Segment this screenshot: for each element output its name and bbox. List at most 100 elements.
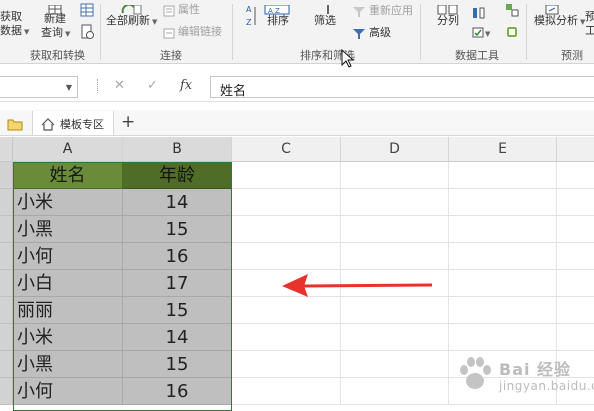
filter-button[interactable]: 筛选 (314, 14, 336, 27)
data-validation-icon[interactable]: ▼ (472, 24, 494, 43)
cell-age[interactable]: 14 (123, 189, 232, 216)
cell-age[interactable]: 14 (123, 324, 232, 351)
cell-name[interactable]: 小何 (13, 378, 123, 405)
reapply-button[interactable]: 重新应用 (369, 4, 413, 17)
column-header-e[interactable]: E (449, 137, 557, 162)
column-header-b[interactable]: B (123, 137, 232, 162)
empty-cell[interactable] (232, 324, 341, 351)
add-tab-icon[interactable]: + (121, 112, 135, 132)
row-header[interactable] (0, 162, 13, 189)
cell-age[interactable]: 17 (123, 270, 232, 297)
properties-button[interactable]: 属性 (178, 3, 200, 16)
cell-age[interactable]: 16 (123, 243, 232, 270)
split-columns-button[interactable]: 分列 (437, 14, 459, 27)
chevron-down-icon[interactable]: ▼ (66, 83, 72, 92)
advanced-button[interactable]: 高级 (369, 26, 391, 39)
row-header[interactable] (0, 216, 13, 243)
row-header[interactable] (0, 351, 13, 378)
empty-cell[interactable] (341, 297, 449, 324)
flash-fill-icon[interactable] (472, 4, 486, 23)
row-header[interactable] (0, 243, 13, 270)
header-cell-name[interactable]: 姓名 (13, 162, 123, 189)
empty-cell[interactable] (449, 270, 557, 297)
row-header[interactable] (0, 297, 13, 324)
cell-name[interactable]: 小黑 (13, 351, 123, 378)
consolidate-icon[interactable] (505, 2, 519, 21)
table-icon[interactable] (80, 2, 94, 21)
empty-cell[interactable] (449, 297, 557, 324)
empty-cell[interactable] (341, 216, 449, 243)
empty-cell[interactable] (232, 378, 341, 405)
new-query-label-2: 查询 (41, 26, 63, 39)
forecast-sheet-label[interactable]: 工 (585, 24, 594, 37)
empty-cell[interactable] (341, 351, 449, 378)
select-all-corner[interactable] (0, 137, 13, 162)
column-header-c[interactable]: C (232, 137, 341, 162)
formula-input[interactable]: 姓名 (210, 76, 594, 99)
what-if-analysis-button[interactable]: 模拟分析 ▼ (534, 14, 585, 29)
empty-cell[interactable] (232, 162, 341, 189)
get-data-button[interactable]: 数据 ▼ (0, 24, 29, 39)
empty-cell[interactable] (557, 216, 594, 243)
cell-name[interactable]: 小米 (13, 189, 123, 216)
cell-age[interactable]: 15 (123, 351, 232, 378)
column-header-a[interactable]: A (13, 137, 123, 162)
formula-bar-grip[interactable] (97, 79, 99, 93)
column-header-d[interactable]: D (341, 137, 449, 162)
empty-cell[interactable] (232, 216, 341, 243)
empty-cell[interactable] (232, 351, 341, 378)
edit-links-button[interactable]: 编辑链接 (178, 25, 222, 38)
empty-cell[interactable] (449, 324, 557, 351)
row-header[interactable] (0, 189, 13, 216)
data-model-icon[interactable] (505, 24, 519, 43)
empty-cell[interactable] (232, 189, 341, 216)
sort-az-icon[interactable]: AZ (245, 3, 257, 33)
cell-name[interactable]: 小米 (13, 324, 123, 351)
new-query-button[interactable]: 查询 ▼ (41, 26, 70, 41)
empty-cell[interactable] (449, 216, 557, 243)
header-cell-age[interactable]: 年龄 (123, 162, 232, 189)
empty-cell[interactable] (557, 324, 594, 351)
empty-cell[interactable] (557, 270, 594, 297)
cell-age[interactable]: 15 (123, 216, 232, 243)
cell-name[interactable]: 小黑 (13, 216, 123, 243)
folder-tab[interactable] (0, 111, 32, 135)
empty-cell[interactable] (557, 243, 594, 270)
empty-cell[interactable] (341, 162, 449, 189)
empty-cell[interactable] (449, 189, 557, 216)
enter-icon[interactable]: ✓ (147, 78, 158, 93)
empty-cell[interactable] (449, 162, 557, 189)
cell-name[interactable]: 丽丽 (13, 297, 123, 324)
cell-name[interactable]: 小白 (13, 270, 123, 297)
cell-age[interactable]: 15 (123, 297, 232, 324)
tab-template-zone[interactable]: 模板专区 (32, 111, 114, 135)
empty-cell[interactable] (449, 243, 557, 270)
empty-cell[interactable] (341, 243, 449, 270)
refresh-all-button[interactable]: 全部刷新 ▼ (106, 14, 157, 29)
empty-cell[interactable] (557, 189, 594, 216)
chevron-down-icon: ▼ (152, 18, 158, 26)
column-header-f[interactable] (557, 137, 594, 162)
insert-function-icon[interactable]: fx (180, 78, 192, 93)
empty-cell[interactable] (557, 297, 594, 324)
empty-cell[interactable] (232, 243, 341, 270)
empty-cell[interactable] (341, 189, 449, 216)
cell-name[interactable]: 小何 (13, 243, 123, 270)
recent-sources-icon[interactable] (80, 24, 94, 44)
row-header[interactable] (0, 270, 13, 297)
sort-button[interactable]: 排序 (267, 14, 289, 27)
row-header[interactable] (0, 324, 13, 351)
empty-cell[interactable] (557, 162, 594, 189)
cell-age[interactable]: 16 (123, 378, 232, 405)
forecast-sheet-button[interactable]: 预 (585, 10, 594, 23)
new-query-label-1[interactable]: 新建 (44, 12, 66, 25)
new-query-icon (48, 0, 62, 15)
empty-cell[interactable] (232, 297, 341, 324)
empty-cell[interactable] (341, 324, 449, 351)
cancel-icon[interactable]: ✕ (114, 78, 125, 93)
empty-cell[interactable] (341, 378, 449, 405)
get-data-label-1[interactable]: 获取 (0, 10, 22, 23)
row-header[interactable] (0, 378, 13, 405)
home-icon (41, 116, 55, 135)
name-box[interactable]: ▼ (0, 76, 78, 98)
